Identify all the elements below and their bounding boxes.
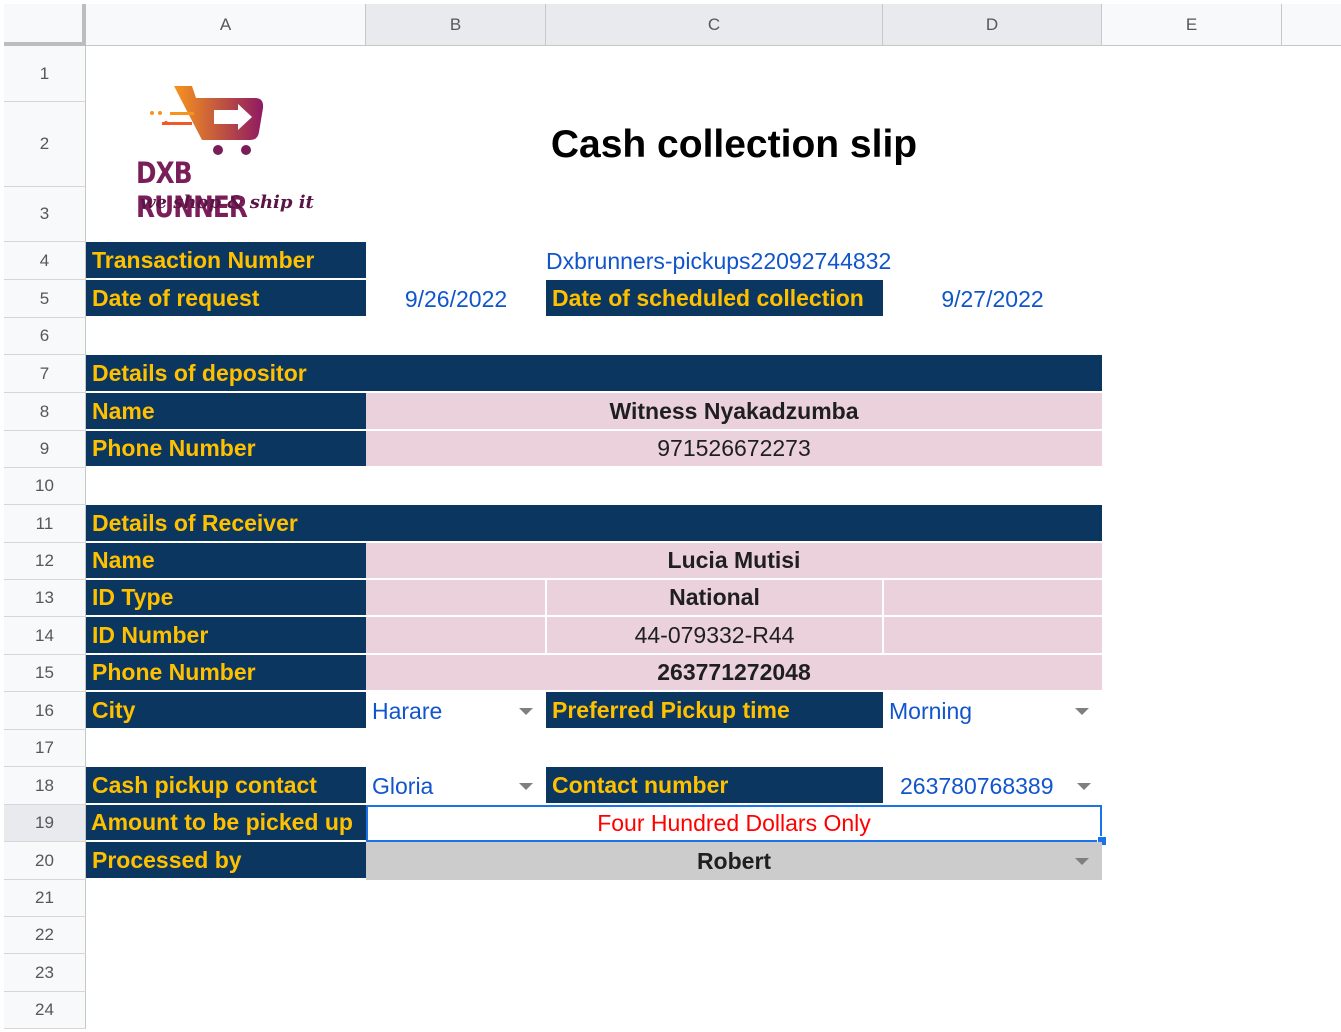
- row-header-23[interactable]: 23: [4, 954, 86, 992]
- column-header-d[interactable]: D: [883, 4, 1102, 46]
- pickup-time-label[interactable]: Preferred Pickup time: [546, 692, 883, 730]
- depositor-phone-value[interactable]: 971526672273: [366, 431, 1102, 468]
- contact-number-label[interactable]: Contact number: [546, 767, 883, 805]
- pickup-time-dropdown[interactable]: Morning: [883, 692, 1102, 730]
- id-type-cell-d[interactable]: [883, 580, 1102, 617]
- logo-brand-text: DXB RUNNER: [136, 156, 248, 224]
- city-value: Harare: [372, 697, 443, 724]
- row-header-15[interactable]: 15: [4, 655, 86, 692]
- row-header-5[interactable]: 5: [4, 280, 86, 318]
- id-type-label[interactable]: ID Type: [86, 580, 366, 617]
- cart-logo-icon: [150, 86, 264, 155]
- depositor-phone-label[interactable]: Phone Number: [86, 431, 366, 468]
- id-number-label[interactable]: ID Number: [86, 617, 366, 655]
- receiver-name-value[interactable]: Lucia Mutisi: [366, 543, 1102, 580]
- row-header-12[interactable]: 12: [4, 543, 86, 580]
- grid-divider-c: [545, 580, 547, 655]
- row-header-1[interactable]: 1: [4, 46, 86, 102]
- row-header-14[interactable]: 14: [4, 617, 86, 655]
- column-header-f[interactable]: [1282, 4, 1341, 46]
- receiver-phone-label[interactable]: Phone Number: [86, 655, 366, 692]
- processed-by-label[interactable]: Processed by: [86, 842, 366, 880]
- depositor-section-header[interactable]: Details of depositor: [86, 355, 1102, 393]
- date-of-request-value[interactable]: 9/26/2022: [366, 280, 546, 318]
- receiver-phone-value[interactable]: 263771272048: [366, 655, 1102, 692]
- processed-by-value: Robert: [696, 847, 772, 874]
- depositor-name-label[interactable]: Name: [86, 393, 366, 431]
- contact-number-arrow-icon[interactable]: [1077, 783, 1091, 790]
- row-header-13[interactable]: 13: [4, 580, 86, 617]
- pickup-time-value: Morning: [889, 697, 973, 724]
- row-header-2[interactable]: 2: [4, 102, 86, 187]
- column-header-c[interactable]: C: [546, 4, 883, 46]
- logo-tagline: we shop & ship it: [140, 192, 314, 213]
- row-header-17[interactable]: 17: [4, 730, 86, 767]
- contact-number-dropdown[interactable]: 263780768389: [883, 767, 1102, 805]
- grid-divider-d: [882, 580, 884, 655]
- row-header-18[interactable]: 18: [4, 767, 86, 805]
- contact-number-value: 263780768389: [900, 772, 1054, 799]
- row-header-7[interactable]: 7: [4, 355, 86, 393]
- dxb-runner-logo: DXB RUNNER we shop & ship it: [130, 80, 320, 224]
- cash-pickup-contact-value: Gloria: [372, 772, 434, 799]
- row-header-22[interactable]: 22: [4, 917, 86, 954]
- pickup-time-dropdown-arrow-icon[interactable]: [1075, 708, 1089, 715]
- city-label[interactable]: City: [86, 692, 366, 730]
- row-header-11[interactable]: 11: [4, 505, 86, 543]
- id-number-cell-b[interactable]: [366, 617, 546, 655]
- receiver-name-label[interactable]: Name: [86, 543, 366, 580]
- row-header-4[interactable]: 4: [4, 242, 86, 280]
- column-header-b[interactable]: B: [366, 4, 546, 46]
- column-header-e[interactable]: E: [1102, 4, 1282, 46]
- depositor-name-value[interactable]: Witness Nyakadzumba: [366, 393, 1102, 431]
- row-header-3[interactable]: 3: [4, 187, 86, 242]
- id-number-cell-d[interactable]: [883, 617, 1102, 655]
- transaction-number-value[interactable]: Dxbrunners-pickups22092744832: [546, 242, 946, 280]
- id-type-value[interactable]: National: [546, 580, 883, 617]
- row-header-20[interactable]: 20: [4, 842, 86, 880]
- id-number-value[interactable]: 44-079332-R44: [546, 617, 883, 655]
- scheduled-collection-value[interactable]: 9/27/2022: [883, 280, 1102, 318]
- row-header-21[interactable]: 21: [4, 880, 86, 917]
- row-header-24[interactable]: 24: [4, 992, 86, 1029]
- processed-by-arrow-icon[interactable]: [1075, 858, 1089, 865]
- transaction-number-label[interactable]: Transaction Number: [86, 242, 366, 280]
- scheduled-collection-label[interactable]: Date of scheduled collection: [546, 280, 883, 318]
- cash-pickup-contact-arrow-icon[interactable]: [519, 783, 533, 790]
- row-header-16[interactable]: 16: [4, 692, 86, 730]
- amount-value-selected-cell[interactable]: Four Hundred Dollars Only: [366, 805, 1102, 842]
- row-header-10[interactable]: 10: [4, 468, 86, 505]
- city-dropdown-arrow-icon[interactable]: [519, 708, 533, 715]
- row-header-8[interactable]: 8: [4, 393, 86, 431]
- date-of-request-label[interactable]: Date of request: [86, 280, 366, 318]
- row-header-6[interactable]: 6: [4, 318, 86, 355]
- receiver-section-header[interactable]: Details of Receiver: [86, 505, 1102, 543]
- processed-by-dropdown[interactable]: Robert: [366, 842, 1102, 880]
- row-header-19[interactable]: 19: [4, 805, 86, 842]
- row-header-9[interactable]: 9: [4, 431, 86, 468]
- select-all-corner[interactable]: [4, 4, 86, 46]
- id-type-cell-b[interactable]: [366, 580, 546, 617]
- amount-value: Four Hundred Dollars Only: [597, 810, 871, 836]
- cash-pickup-contact-label[interactable]: Cash pickup contact: [86, 767, 366, 805]
- page-title[interactable]: Cash collection slip: [366, 102, 1102, 187]
- amount-label[interactable]: Amount to be picked up: [86, 805, 366, 842]
- column-header-a[interactable]: A: [86, 4, 366, 46]
